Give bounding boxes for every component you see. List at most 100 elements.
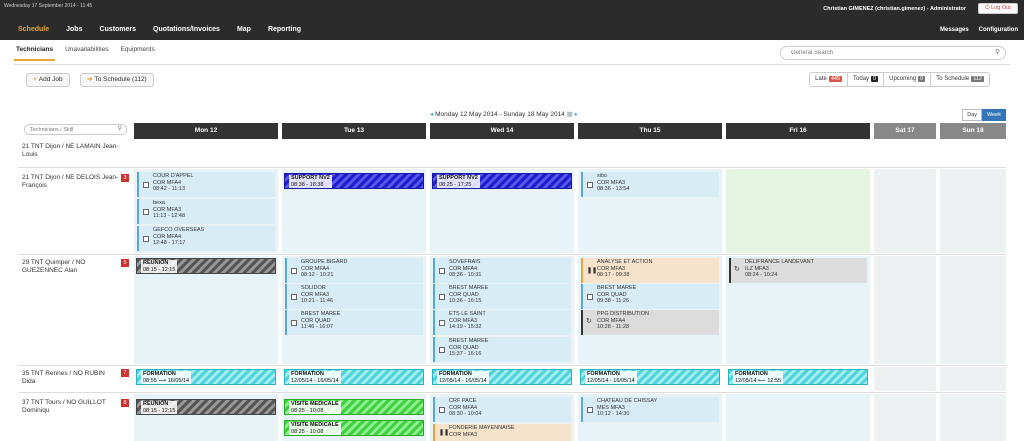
day-header-tue: Tue 13 [282, 123, 426, 139]
search-icon[interactable]: ⚲ [995, 48, 1000, 56]
nav-configuration[interactable]: Configuration [979, 27, 1018, 33]
schedule-cell[interactable] [940, 169, 1006, 253]
nav-jobs[interactable]: Jobs [66, 26, 82, 33]
schedule-cell[interactable] [726, 394, 870, 441]
job-card[interactable]: ETS LE SAINT COR MFA3 14:19 - 15:32 [433, 310, 571, 335]
tab-unavailabilities[interactable]: Unavailabilities [63, 44, 110, 61]
nav-schedule[interactable]: Schedule [18, 26, 49, 33]
counter-to-schedule[interactable]: To Schedule 112 [931, 73, 989, 86]
activity-band[interactable]: VISITE MEDICALE 08:25 - 10:08 [284, 420, 424, 436]
job-checkbox[interactable] [587, 293, 593, 300]
nav-reporting[interactable]: Reporting [268, 26, 301, 33]
schedule-cell[interactable] [874, 256, 936, 364]
job-checkbox[interactable] [439, 319, 445, 326]
row-divider [18, 254, 1006, 255]
view-week-button[interactable]: Week [982, 109, 1006, 121]
schedule-cell[interactable] [940, 256, 1006, 364]
prev-week-icon[interactable]: ◂ [430, 111, 433, 118]
calendar-icon[interactable]: ▦ [567, 111, 573, 118]
band-time: 12/05/14 - 16/05/14 [439, 377, 487, 384]
job-checkbox[interactable] [439, 267, 445, 274]
power-icon: ⏻ [985, 5, 990, 11]
job-checkbox[interactable] [439, 406, 445, 413]
activity-band[interactable]: VISITE MEDICALE 08:25 - 10:08 [284, 399, 424, 415]
job-card[interactable]: SOVEFRAIS COR MFA4 08:36 - 10:31 [433, 258, 571, 283]
job-card[interactable]: GEFCO OVERSEAS COR MFA4 12:48 - 17:17 [137, 226, 275, 251]
activity-band[interactable]: REUNION 08:15 - 12:15 [136, 258, 276, 274]
technician-row-label[interactable]: 21 TNT Dijon / NE LAMAIN Jean-Louis [22, 143, 132, 159]
activity-band[interactable]: SUPPORT NV2 08:25 - 17:25 [432, 173, 572, 189]
job-checkbox[interactable] [143, 235, 149, 242]
job-card[interactable]: COUR D'APPEL COR MFA4 08:42 - 11:13 [137, 172, 275, 197]
job-card[interactable]: bexa COR MFA3 11:13 - 12:48 [137, 199, 275, 224]
job-checkbox[interactable] [439, 346, 445, 353]
band-time: 08:25 - 10:08 [291, 407, 324, 414]
schedule-cell[interactable] [874, 169, 936, 253]
job-card[interactable]: SOLIDOR COR MFA3 10:21 - 11:46 [285, 284, 423, 309]
search-icon[interactable]: ⚲ [118, 125, 122, 132]
job-checkbox[interactable] [291, 319, 297, 326]
technician-row-label[interactable]: 37 TNT Tours / NO GUILLOT Dominiqu [22, 399, 120, 415]
tab-technicians[interactable]: Technicians [14, 44, 56, 61]
job-card[interactable]: BREST MAREE COR QUAD 09:38 - 11:26 [581, 284, 719, 309]
activity-band[interactable]: SUPPORT NV2 08:38 - 18:38 [284, 173, 424, 189]
schedule-cell[interactable] [874, 367, 936, 391]
counter-label: Late [815, 76, 827, 82]
activity-band[interactable]: FORMATION 12/05/14 - 16/05/14 [580, 369, 720, 385]
job-time: 08:12 - 10:21 [301, 272, 334, 278]
counter-upcoming[interactable]: Upcoming 0 [884, 73, 932, 86]
job-card[interactable]: CRF PACE COR MFA4 08:30 - 10:04 [433, 397, 571, 422]
nav-customers[interactable]: Customers [99, 26, 136, 33]
activity-band[interactable]: FORMATION 08:55 ⟶ 16/05/14 [136, 369, 276, 385]
schedule-cell[interactable] [940, 367, 1006, 391]
to-schedule-button[interactable]: ➜ To Schedule (112) [80, 73, 154, 87]
logout-button[interactable]: ⏻ Log Out [978, 3, 1018, 14]
activity-band[interactable]: FORMATION 12/05/14 - 16/05/14 [284, 369, 424, 385]
job-card[interactable]: ❚❚ ANALYSE ET ACTION COR MFA3 08:17 - 09:38 [581, 258, 719, 283]
job-checkbox[interactable] [587, 181, 593, 188]
tab-equipments[interactable]: Equipments [118, 44, 156, 61]
technician-row-label[interactable]: 35 TNT Rennes / NO RUBIN Dida [22, 370, 120, 386]
job-checkbox[interactable] [143, 181, 149, 188]
activity-band[interactable]: FORMATION 12/05/14 - 16/05/14 [432, 369, 572, 385]
job-checkbox[interactable] [143, 208, 149, 215]
day-header-thu: Thu 15 [578, 123, 722, 139]
counter-today[interactable]: Today 0 [848, 73, 885, 86]
job-card[interactable]: ↻ DELIFRANCE LANDEVANT ILZ MFA3 08:24 - 10:… [729, 258, 867, 283]
job-card[interactable]: sibo COR MFA3 08:36 - 13:54 [581, 172, 719, 197]
plus-icon: + [33, 76, 37, 83]
to-schedule-label: To Schedule (112) [94, 76, 147, 83]
job-checkbox[interactable] [291, 267, 297, 274]
nav-messages[interactable]: Messages [940, 27, 969, 33]
job-card[interactable]: ↻ PPG DISTRIBUTION COR MFA4 10:28 - 11:28 [581, 310, 719, 335]
job-time: 10:12 - 14:30 [597, 411, 630, 417]
general-search-input[interactable] [791, 47, 991, 59]
add-job-button[interactable]: + Add Job [26, 73, 70, 87]
counter-late[interactable]: Late 445 [810, 73, 849, 86]
technician-row-label[interactable]: 29 TNT Quimper / NO GUEZENNEC Alan [22, 259, 120, 275]
sub-nav: Technicians Unavailabilities Equipments [14, 44, 165, 61]
job-card[interactable]: BREST MAREE COR QUAD 15:37 - 16:16 [433, 337, 571, 362]
job-card[interactable]: ❚❚ FONDERIE MAYENNAISE COR MFA3 [433, 424, 571, 441]
view-day-button[interactable]: Day [962, 109, 983, 121]
schedule-cell[interactable] [940, 394, 1006, 441]
job-card[interactable]: BREST MAREE COR QUAD 10:36 - 16:15 [433, 284, 571, 309]
schedule-cell[interactable] [874, 394, 936, 441]
activity-band[interactable]: FORMATION 12/05/14 ⟵ 12:55 [728, 369, 868, 385]
job-card[interactable]: GROUPE BIGARD COR MFA4 08:12 - 10:21 [285, 258, 423, 283]
nav-quotations-invoices[interactable]: Quotations/Invoices [153, 26, 220, 33]
job-card[interactable]: BREST MAREE COR QUAD 11:46 - 16:07 [285, 310, 423, 335]
add-job-label: Add Job [38, 76, 63, 83]
nav-map[interactable]: Map [237, 26, 251, 33]
technician-row-label[interactable]: 21 TNT Dijon / NE DELOIS Jean-François [22, 174, 120, 190]
job-card[interactable]: CHATEAU DE CHISSAY MES MFA3 10:12 - 14:30 [581, 397, 719, 422]
technician-search-input[interactable] [30, 125, 115, 134]
activity-band[interactable]: REUNION 08:15 - 12:15 [136, 399, 276, 415]
day-header-wed: Wed 14 [430, 123, 574, 139]
job-checkbox[interactable] [291, 293, 297, 300]
band-name: FORMATION [439, 371, 472, 377]
next-week-icon[interactable]: ▸ [575, 111, 578, 118]
job-checkbox[interactable] [587, 406, 593, 413]
schedule-cell[interactable] [726, 169, 870, 253]
job-checkbox[interactable] [439, 293, 445, 300]
